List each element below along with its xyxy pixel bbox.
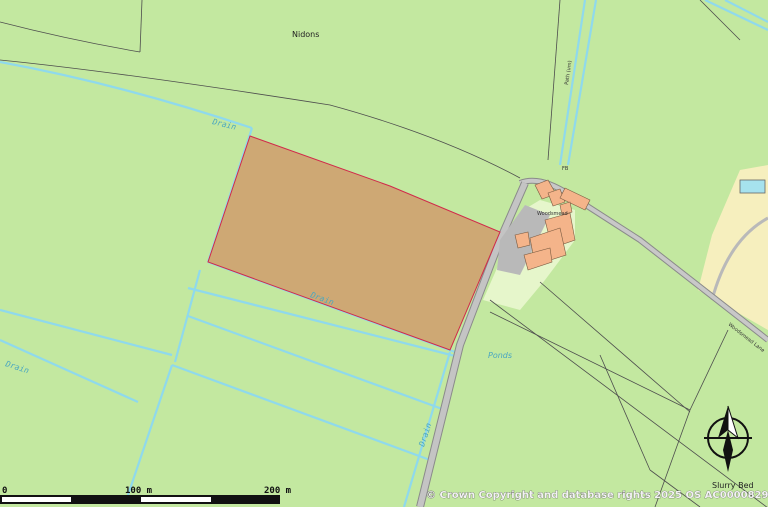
label-farm: Woodsmead — [537, 211, 568, 217]
copyright-notice: © Crown Copyright and database rights 20… — [426, 490, 768, 501]
pond-icon — [739, 179, 766, 194]
label-fb: FB — [562, 166, 569, 172]
label-ponds: Ponds — [488, 351, 512, 360]
scale-label-200: 200 m — [264, 486, 292, 496]
scale-label-0: 0 — [2, 486, 7, 496]
map-canvas[interactable]: Nidons Drain Drain Drain Drain Ponds Pat… — [0, 0, 768, 507]
map-svg: Nidons Drain Drain Drain Drain Ponds Pat… — [0, 0, 768, 507]
scale-label-100: 100 m — [125, 486, 153, 496]
label-nidons: Nidons — [292, 30, 319, 39]
label-slurry: Slurry Bed — [712, 481, 754, 490]
